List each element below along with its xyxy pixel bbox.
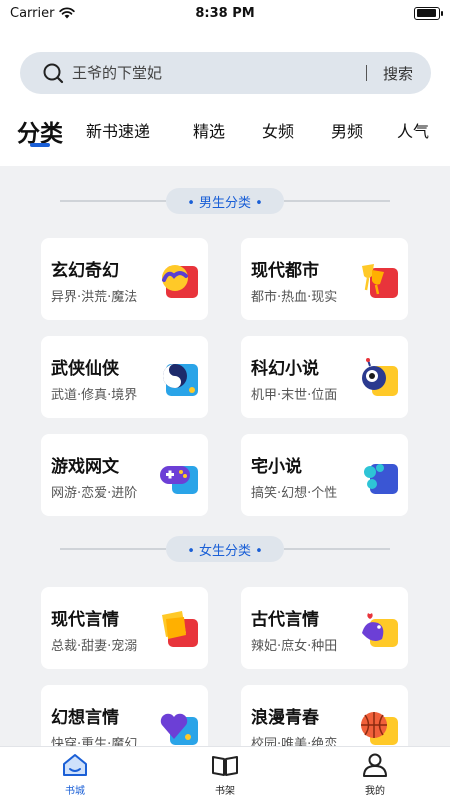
section-divider — [60, 548, 166, 550]
search-input[interactable] — [72, 64, 350, 82]
nav-label: 我的 — [365, 786, 385, 797]
battery-icon — [414, 6, 443, 20]
category-card-otaku[interactable]: 宅小说 搞笑·幻想·个性 — [241, 434, 408, 516]
tab-new-books[interactable]: 新书速递 — [86, 118, 150, 142]
tab-featured[interactable]: 精选 — [193, 118, 225, 142]
card-title: 游戏网文 — [51, 457, 119, 477]
card-title: 古代言情 — [251, 610, 319, 630]
section-header-female: • 女生分类 • — [0, 536, 450, 562]
tab-popular[interactable]: 人气 — [397, 118, 429, 142]
section-divider — [60, 200, 166, 202]
card-title: 宅小说 — [251, 457, 302, 477]
book-pages-icon — [162, 611, 198, 647]
card-title: 科幻小说 — [251, 359, 319, 379]
bubbles-icon — [364, 464, 398, 494]
gamepad-icon — [160, 466, 198, 494]
card-title: 浪漫青春 — [251, 708, 319, 728]
carrier-label: Carrier — [10, 5, 55, 21]
nav-bookstore[interactable]: 书城 — [0, 747, 150, 800]
open-book-icon — [212, 756, 238, 776]
card-subtitle: 搞笑·幻想·个性 — [251, 486, 338, 501]
card-subtitle: 总裁·甜妻·宠溺 — [51, 639, 138, 654]
nav-profile[interactable]: 我的 — [300, 747, 450, 800]
category-card-youth[interactable]: 浪漫青春 校园·唯美·绝恋 — [241, 685, 408, 746]
card-subtitle: 网游·恋爱·进阶 — [51, 486, 138, 501]
search-icon — [43, 63, 64, 84]
card-subtitle: 快穿·重生·魔幻 — [51, 737, 138, 746]
home-icon — [63, 754, 87, 776]
section-header-male: • 男生分类 • — [0, 188, 450, 214]
section-divider — [284, 200, 390, 202]
fantasy-moon-icon — [162, 265, 198, 298]
city-cheers-icon — [362, 264, 398, 298]
card-subtitle: 校园·唯美·绝恋 — [251, 737, 338, 746]
search-bar[interactable]: 搜索 — [20, 52, 431, 94]
bird-icon — [362, 613, 398, 647]
category-tabs: 分类 新书速递 精选 女频 男频 人气 — [0, 104, 450, 164]
section-title: • 男生分类 • — [166, 188, 284, 214]
nav-label: 书城 — [65, 786, 85, 797]
card-subtitle: 机甲·末世·位面 — [251, 388, 338, 403]
card-title: 现代都市 — [251, 261, 319, 281]
category-card-ancient-romance[interactable]: 古代言情 辣妃·庶女·种田 — [241, 587, 408, 669]
section-divider — [284, 548, 390, 550]
category-card-fantasy-romance[interactable]: 幻想言情 快穿·重生·魔幻 — [41, 685, 208, 746]
tab-male[interactable]: 男频 — [331, 118, 363, 142]
bottom-nav: 书城 书架 我的 — [0, 746, 450, 800]
status-left: Carrier — [10, 5, 76, 21]
category-content: • 男生分类 • 玄幻奇幻 异界·洪荒·魔法 现代都市 都市·热血·现实 武侠仙… — [0, 166, 450, 746]
wifi-icon — [59, 7, 76, 19]
status-bar: Carrier 8:38 PM — [0, 0, 450, 26]
category-card-urban[interactable]: 现代都市 都市·热血·现实 — [241, 238, 408, 320]
card-title: 现代言情 — [51, 610, 119, 630]
search-button[interactable]: 搜索 — [383, 63, 413, 84]
alien-icon — [362, 358, 398, 396]
basketball-icon — [361, 712, 398, 745]
category-card-modern-romance[interactable]: 现代言情 总裁·甜妻·宠溺 — [41, 587, 208, 669]
card-subtitle: 武道·修真·境界 — [51, 388, 138, 403]
card-title: 玄幻奇幻 — [51, 261, 119, 281]
yin-yang-icon — [163, 364, 198, 396]
card-subtitle: 异界·洪荒·魔法 — [51, 290, 138, 305]
nav-label: 书架 — [215, 786, 235, 797]
active-tab-indicator — [30, 143, 50, 147]
heart-icon — [160, 713, 198, 745]
nav-bookshelf[interactable]: 书架 — [150, 747, 300, 800]
tab-female[interactable]: 女频 — [262, 118, 294, 142]
search-divider — [365, 65, 367, 81]
battery-fill — [416, 9, 437, 17]
category-card-game[interactable]: 游戏网文 网游·恋爱·进阶 — [41, 434, 208, 516]
section-title: • 女生分类 • — [166, 536, 284, 562]
category-card-fantasy[interactable]: 玄幻奇幻 异界·洪荒·魔法 — [41, 238, 208, 320]
category-card-wuxia[interactable]: 武侠仙侠 武道·修真·境界 — [41, 336, 208, 418]
category-card-scifi[interactable]: 科幻小说 机甲·末世·位面 — [241, 336, 408, 418]
card-subtitle: 辣妃·庶女·种田 — [251, 639, 338, 654]
card-subtitle: 都市·热血·现实 — [251, 290, 338, 305]
profile-icon — [363, 753, 387, 777]
card-title: 武侠仙侠 — [51, 359, 119, 379]
card-title: 幻想言情 — [51, 708, 119, 728]
